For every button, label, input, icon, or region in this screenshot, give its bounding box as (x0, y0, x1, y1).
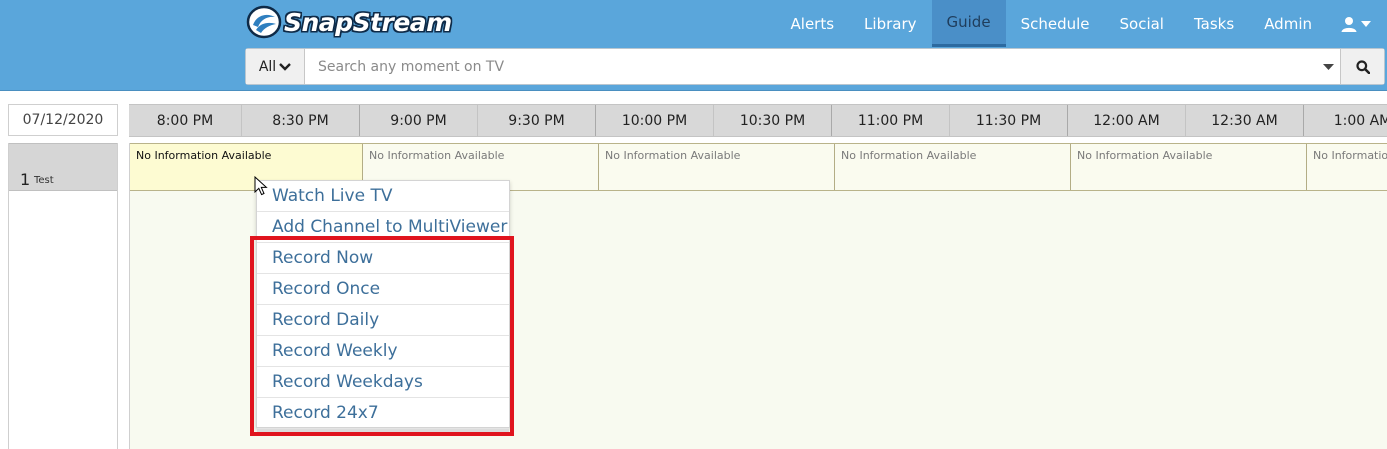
time-slot[interactable]: 11:30 PM (949, 105, 1067, 136)
menu-add-channel-to-multiviewer[interactable]: Add Channel to MultiViewer (257, 212, 509, 243)
time-slot[interactable]: 10:00 PM (595, 105, 713, 136)
time-slot[interactable]: 8:30 PM (241, 105, 359, 136)
search-scope-label: All (258, 58, 277, 75)
channel-column: 1 Test (8, 143, 118, 449)
time-slot[interactable]: 12:30 AM (1185, 105, 1303, 136)
nav-admin[interactable]: Admin (1249, 0, 1327, 47)
mouse-pointer-icon (254, 176, 268, 196)
search-input[interactable] (306, 49, 1306, 84)
menu-record-weekly[interactable]: Record Weekly (257, 336, 509, 367)
program-cell[interactable]: No Information Available (599, 144, 835, 190)
menu-record-once[interactable]: Record Once (257, 274, 509, 305)
menu-record-24x7[interactable]: Record 24x7 (257, 398, 509, 429)
program-cell[interactable]: No Information Available (1071, 144, 1307, 190)
nav-alerts[interactable]: Alerts (776, 0, 850, 47)
nav-library[interactable]: Library (849, 0, 931, 47)
caret-down-icon (1361, 20, 1371, 27)
menu-watch-live-tv[interactable]: Watch Live TV (257, 181, 509, 212)
channel-number: 1 (20, 170, 31, 189)
caret-down-icon (1322, 64, 1334, 70)
program-cell[interactable]: No Information Available (1307, 144, 1387, 190)
search-icon (1355, 59, 1370, 74)
time-slot[interactable]: 11:00 PM (831, 105, 949, 136)
snapstream-logo-icon (246, 5, 282, 39)
chevron-down-icon (279, 62, 292, 71)
channel-context-menu: Watch Live TV Add Channel to MultiViewer… (256, 180, 510, 433)
nav-tasks[interactable]: Tasks (1179, 0, 1249, 47)
time-slot[interactable]: 8:00 PM (129, 105, 241, 136)
main-nav: Alerts Library Guide Schedule Social Tas… (776, 0, 1387, 47)
time-slot[interactable]: 9:00 PM (359, 105, 477, 136)
user-menu-button[interactable] (1327, 0, 1387, 47)
guide-date-picker[interactable]: 07/12/2020 (8, 104, 118, 136)
menu-record-now[interactable]: Record Now (257, 243, 509, 274)
time-slot[interactable]: 10:30 PM (713, 105, 831, 136)
program-cell[interactable]: No Information Available (835, 144, 1071, 190)
time-slot[interactable]: 1:00 AM (1303, 105, 1387, 136)
app-header: SnapStream Alerts Library Guide Schedule… (0, 0, 1387, 91)
user-icon (1341, 16, 1357, 32)
search-scope-dropdown[interactable]: All (246, 49, 305, 84)
guide-timeline: 8:00 PM 8:30 PM 9:00 PM 9:30 PM 10:00 PM… (129, 104, 1387, 137)
logo-text: SnapStream (284, 7, 452, 37)
channel-row[interactable]: 1 Test (9, 143, 117, 191)
search-bar: All (245, 48, 1385, 85)
search-button[interactable] (1340, 49, 1384, 84)
menu-record-weekdays[interactable]: Record Weekdays (257, 367, 509, 398)
nav-social[interactable]: Social (1105, 0, 1179, 47)
menu-record-daily[interactable]: Record Daily (257, 305, 509, 336)
menu-bottom-edge (257, 429, 509, 433)
nav-schedule[interactable]: Schedule (1006, 0, 1105, 47)
time-slot[interactable]: 9:30 PM (477, 105, 595, 136)
nav-guide[interactable]: Guide (931, 0, 1006, 47)
channel-name: Test (34, 175, 54, 186)
snapstream-logo[interactable]: SnapStream (246, 5, 452, 39)
search-options-dropdown[interactable] (1316, 57, 1340, 77)
time-slot[interactable]: 12:00 AM (1067, 105, 1185, 136)
